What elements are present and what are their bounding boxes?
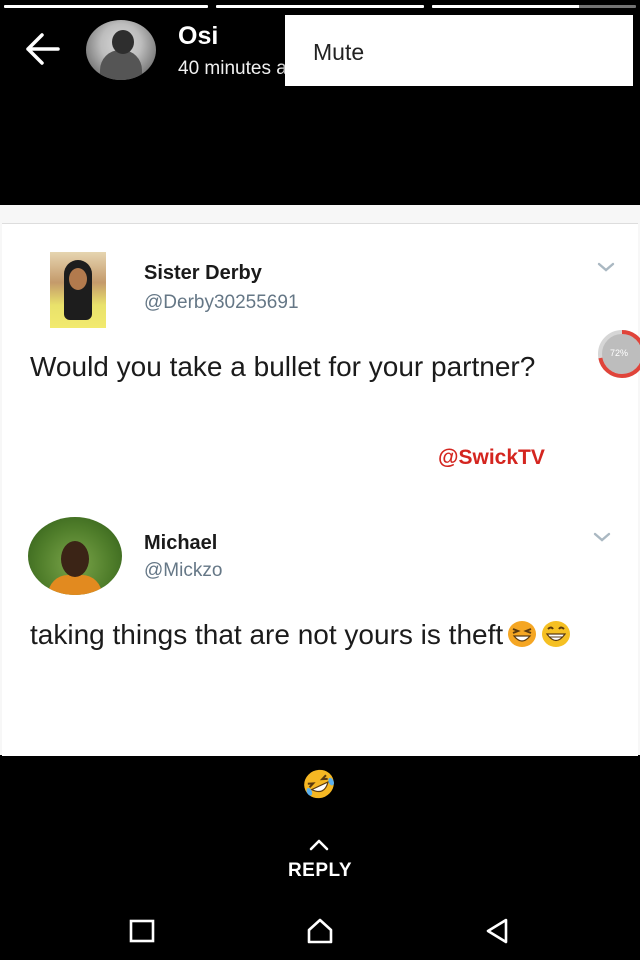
- story-author-avatar[interactable]: [86, 20, 156, 80]
- tweet-author-avatar: [50, 252, 106, 328]
- overflow-menu: Mute: [285, 15, 633, 86]
- reply-text-content: taking things that are not yours is thef…: [30, 619, 504, 650]
- progress-segment-1: [4, 5, 208, 8]
- reply-author-avatar: [28, 517, 122, 595]
- laughing-face-icon: [508, 621, 537, 647]
- mute-menu-item[interactable]: Mute: [313, 39, 364, 66]
- ring-label: 72%: [610, 348, 629, 358]
- chevron-down-icon: [593, 532, 611, 542]
- progress-segment-2: [216, 5, 424, 8]
- recent-apps-icon[interactable]: [127, 916, 157, 946]
- reply-author-handle: @Mickzo: [144, 560, 223, 581]
- progress-segment-3: [432, 5, 636, 8]
- tweet-text: Would you take a bullet for your partner…: [30, 351, 536, 382]
- chevron-up-icon[interactable]: [308, 838, 330, 852]
- tweet-author-handle: @Derby30255691: [144, 292, 299, 313]
- watermark: @SwickTV: [438, 446, 545, 469]
- system-navigation-bar: [0, 900, 640, 960]
- reply-text: taking things that are not yours is thef…: [30, 616, 610, 654]
- story-content: Sister Derby @Derby30255691 72% Would yo…: [0, 205, 640, 756]
- back-arrow-icon[interactable]: [22, 31, 62, 67]
- story-author-name[interactable]: Osi: [178, 22, 218, 51]
- home-icon[interactable]: [305, 916, 335, 946]
- reply-author-name: Michael: [144, 532, 218, 554]
- reply-button[interactable]: REPLY: [0, 860, 640, 882]
- back-icon[interactable]: [482, 916, 512, 946]
- tweet-author-name: Sister Derby: [144, 262, 262, 284]
- rolling-on-floor-laughing-icon: [304, 769, 334, 799]
- tweet-screenshot: Sister Derby @Derby30255691 72% Would yo…: [2, 223, 640, 756]
- story-progress-bar: [0, 5, 640, 9]
- grinning-face-icon: [542, 621, 571, 647]
- chevron-down-icon: [597, 262, 615, 272]
